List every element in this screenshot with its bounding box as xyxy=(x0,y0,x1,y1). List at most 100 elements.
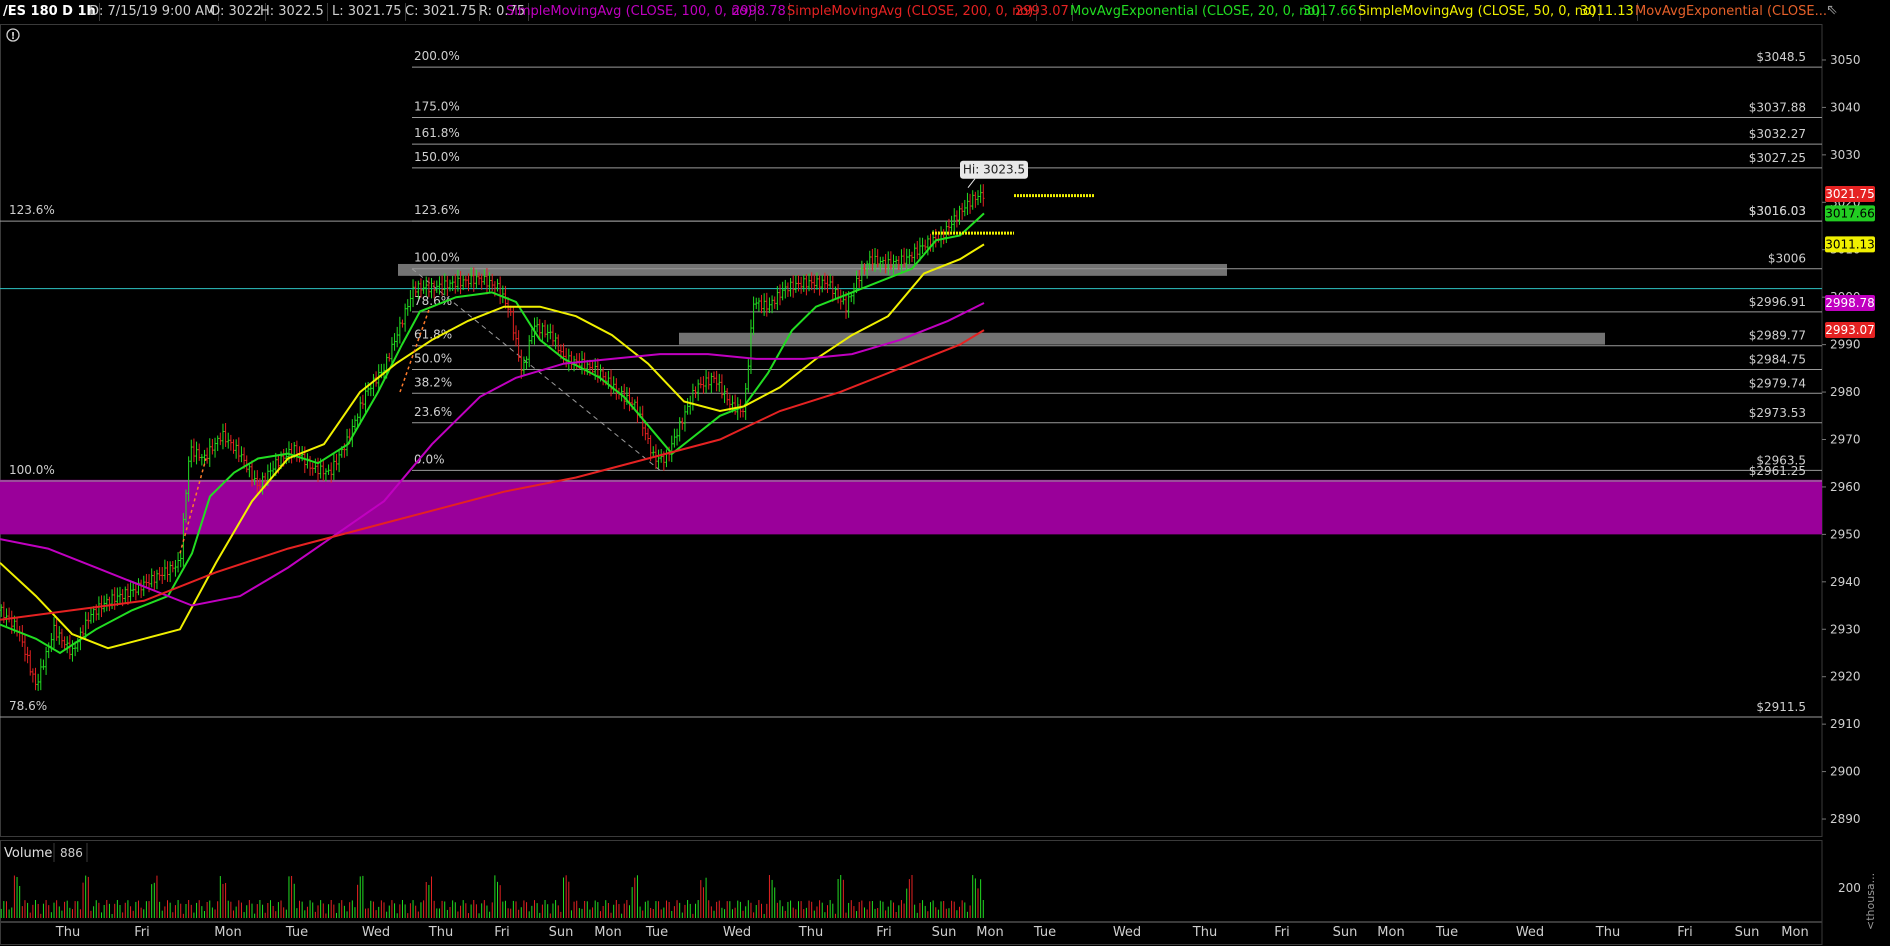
series-simplemovingavg-close-200-0-no- xyxy=(0,329,985,621)
fib-price-right: $3037.88 xyxy=(1749,100,1806,114)
time-axis-label: Mon xyxy=(1377,925,1404,940)
time-axis-label: Fri xyxy=(1274,925,1290,940)
fib-label-right: 123.6% xyxy=(414,203,460,217)
fib-price-right: $3048.5 xyxy=(1756,50,1806,64)
price-axis-label: 3040 xyxy=(1830,100,1861,114)
volume-value: 886 xyxy=(60,846,83,860)
time-axis-label: Tue xyxy=(1435,925,1458,940)
time-axis-label: Thu xyxy=(1192,925,1217,940)
study-sma200-label[interactable]: SimpleMovingAvg (CLOSE, 200, 0, no) xyxy=(784,3,1038,21)
fib-price-left: $3016.03 xyxy=(1749,204,1806,218)
volume-pane: Volume 886 200 <thousa... xyxy=(0,843,1877,930)
zone-resistance-zone xyxy=(398,263,1227,276)
zone-support-zone xyxy=(679,332,1605,345)
price-tag: 3017.66 xyxy=(1825,206,1875,220)
price-axis-label: 2960 xyxy=(1830,480,1861,494)
last-price-tags: 3021.75 3017.66 3011.13 2998.78 2993.07 xyxy=(1825,185,1875,339)
fib-label-right: 161.8% xyxy=(414,126,460,140)
bar-date: D: 7/15/19 9:00 AM xyxy=(86,3,220,21)
volume-axis-tick: 200 xyxy=(1838,881,1861,895)
study-ema-label[interactable]: MovAvgExponential (CLOSE... xyxy=(1632,3,1830,21)
fib-price-right: $3006 xyxy=(1768,252,1806,266)
price-tag: 2993.07 xyxy=(1825,323,1875,337)
symbol-label[interactable]: /ES 180 D 1h xyxy=(0,3,100,21)
time-axis-label: Mon xyxy=(214,925,241,940)
fib-label-right: 150.0% xyxy=(414,150,460,164)
fibonacci-levels: 200.0% $3048.5 175.0% $3037.88 161.8% $3032.2… xyxy=(0,49,1822,718)
time-axis-label: Mon xyxy=(594,925,621,940)
study-ema20-value: 3017.66 xyxy=(1300,3,1361,21)
fib-label-left: 100.0% xyxy=(9,463,55,477)
study-sma50-value: 3011.13 xyxy=(1577,3,1638,21)
price-axis-label: 2900 xyxy=(1830,765,1861,779)
time-axis-label: Thu xyxy=(55,925,80,940)
price-axis-label: 2940 xyxy=(1830,575,1861,589)
fib-label-right: 200.0% xyxy=(414,49,460,63)
price-axis-label: 2980 xyxy=(1830,385,1861,399)
fib-price-right: $3032.27 xyxy=(1749,127,1806,141)
price-axis[interactable]: 3050304030303020301030002990298029702960… xyxy=(1822,53,1861,826)
time-axis-label: Fri xyxy=(494,925,510,940)
time-axis-label: Fri xyxy=(1677,925,1693,940)
fib-label-right: 175.0% xyxy=(414,99,460,113)
price-axis-label: 2910 xyxy=(1830,717,1861,731)
price-axis-label: 3030 xyxy=(1830,148,1861,162)
study-ema20-label[interactable]: MovAvgExponential (CLOSE, 20, 0, no) xyxy=(1067,3,1325,21)
price-axis-label: 3050 xyxy=(1830,53,1861,67)
time-axis[interactable]: Thu Fri Mon Tue Wed Thu Fri Sun Mon Tue Wed Thu Fri S… xyxy=(55,925,1809,940)
fib-label-left: 78.6% xyxy=(9,699,47,713)
price-chart[interactable]: ! 200.0% $3048.5 175.0% $3037.88 161.8% $3032… xyxy=(0,0,1890,946)
time-axis-label: Fri xyxy=(134,925,150,940)
fib-price-left: $2911.5 xyxy=(1756,700,1806,714)
time-axis-label: Wed xyxy=(1516,925,1544,940)
price-tag: 2998.78 xyxy=(1825,296,1875,310)
fib-label-left: 123.6% xyxy=(9,203,55,217)
study-sma200-value: 2993.07 xyxy=(1012,3,1073,21)
fib-label-right: 100.0% xyxy=(414,251,460,265)
time-axis-label: Mon xyxy=(976,925,1003,940)
price-axis-label: 2920 xyxy=(1830,670,1861,684)
bar-high: H: 3022.5 xyxy=(257,3,328,21)
time-axis-label: Sun xyxy=(932,925,957,940)
price-zones xyxy=(0,263,1822,535)
fib-price-right: $2979.74 xyxy=(1749,376,1806,390)
hi-callout-pointer xyxy=(967,178,976,189)
time-axis-label: Sun xyxy=(1735,925,1760,940)
time-axis-label: Fri xyxy=(876,925,892,940)
collapse-icon[interactable]: ⇖ xyxy=(1826,2,1838,18)
time-axis-label: Thu xyxy=(798,925,823,940)
volume-pane-frame xyxy=(0,840,1823,922)
price-bars xyxy=(0,184,985,691)
study-sma100-label[interactable]: SimpleMovingAvg (CLOSE, 100, 0, no) xyxy=(503,3,757,21)
bar-close: C: 3021.75 xyxy=(402,3,481,21)
bar-low: L: 3021.75 xyxy=(329,3,406,21)
fib-price-right: $2973.53 xyxy=(1749,406,1806,420)
time-axis-label: Tue xyxy=(285,925,308,940)
time-axis-label: Thu xyxy=(1595,925,1620,940)
price-axis-label: 2950 xyxy=(1830,527,1861,541)
time-axis-label: Wed xyxy=(1113,925,1141,940)
fib-price-right: $2996.91 xyxy=(1749,295,1806,309)
price-tag: 3021.75 xyxy=(1825,187,1875,201)
time-axis-label: Mon xyxy=(1781,925,1808,940)
fib-price-right: $2989.77 xyxy=(1749,329,1806,343)
alert-icon-glyph: ! xyxy=(11,31,16,42)
price-axis-label: 2970 xyxy=(1830,433,1861,447)
fib-label-right: 50.0% xyxy=(414,352,452,366)
hi-callout: Hi: 3023.5 xyxy=(963,163,1025,177)
price-axis-label: 2890 xyxy=(1830,812,1861,826)
time-axis-label: Wed xyxy=(362,925,390,940)
fib-label-right: 38.2% xyxy=(414,375,452,389)
time-axis-frame xyxy=(0,922,1823,945)
volume-unit-label: <thousa... xyxy=(1864,873,1877,930)
time-axis-label: Thu xyxy=(428,925,453,940)
price-tag: 3011.13 xyxy=(1825,237,1875,251)
fib-price-right: $2984.75 xyxy=(1749,353,1806,367)
volume-label: Volume xyxy=(4,846,52,861)
time-axis-label: Tue xyxy=(1033,925,1056,940)
fib-label-right: 23.6% xyxy=(414,405,452,419)
time-axis-label: Tue xyxy=(645,925,668,940)
time-axis-label: Sun xyxy=(1333,925,1358,940)
series-simplemovingavg-close-100-0-no- xyxy=(0,302,985,607)
study-sma50-label[interactable]: SimpleMovingAvg (CLOSE, 50, 0, no) xyxy=(1355,3,1601,21)
